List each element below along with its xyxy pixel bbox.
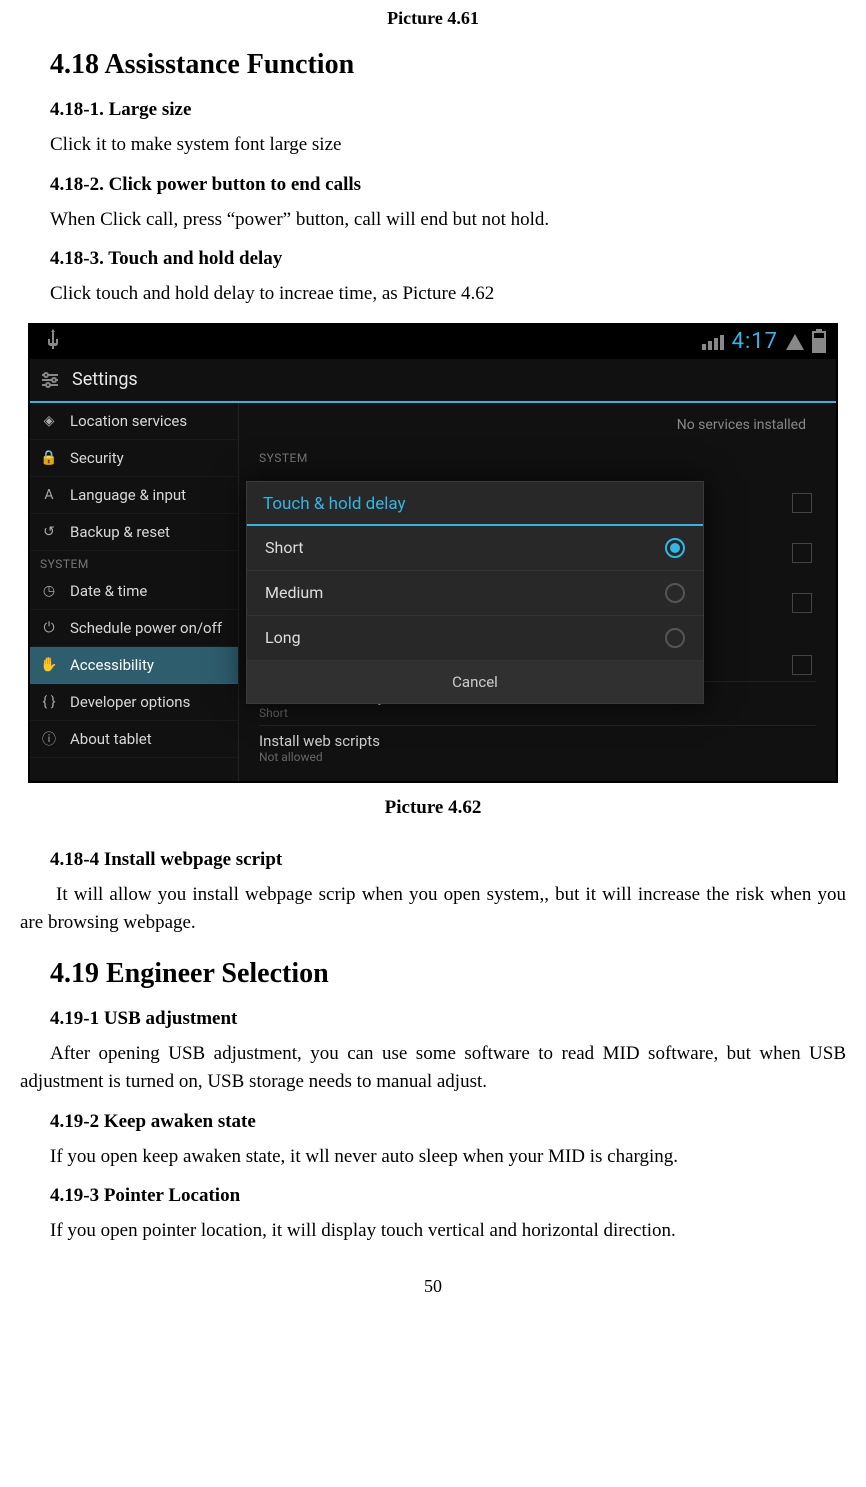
- checkbox-ghost[interactable]: [792, 655, 812, 675]
- heading-4-18: 4.18 Assisstance Function: [50, 49, 846, 81]
- heading-4-18-2: 4.18-2. Click power button to end calls: [50, 174, 846, 196]
- status-time: 4:17: [732, 329, 778, 354]
- sidebar-item-language[interactable]: A Language & input: [30, 477, 238, 514]
- dialog-option-label: Long: [265, 628, 301, 647]
- keyboard-icon: A: [40, 486, 58, 504]
- heading-4-19: 4.19 Engineer Selection: [50, 958, 846, 990]
- sidebar-item-accessibility[interactable]: ✋ Accessibility: [30, 647, 238, 684]
- para-4-18-3: Click touch and hold delay to increae ti…: [50, 280, 846, 309]
- para-4-18-1: Click it to make system font large size: [50, 131, 846, 160]
- sidebar-item-label: Date & time: [70, 582, 147, 600]
- dialog-option-long[interactable]: Long: [247, 616, 703, 661]
- usb-icon: [46, 329, 60, 354]
- heading-4-18-4: 4.18-4 Install webpage script: [50, 849, 846, 871]
- heading-4-18-1: 4.18-1. Large size: [50, 99, 846, 121]
- braces-icon: { }: [40, 693, 58, 711]
- embedded-screenshot: 4:17 Settings ◈ Location services 🔒 Secu…: [28, 323, 838, 783]
- signal-icon: [702, 334, 724, 350]
- para-4-19-2: If you open keep awaken state, it wll ne…: [50, 1143, 846, 1172]
- sidebar-item-label: Location services: [70, 412, 187, 430]
- content-row-webscripts[interactable]: Install web scripts Not allowed: [259, 725, 816, 766]
- wifi-icon: [786, 334, 804, 350]
- sidebar-item-location[interactable]: ◈ Location services: [30, 403, 238, 440]
- sidebar-item-schedule[interactable]: ⏻ Schedule power on/off: [30, 610, 238, 647]
- figure-caption-top: Picture 4.61: [20, 8, 846, 29]
- radio-icon: [665, 538, 685, 558]
- para-4-19-1: After opening USB adjustment, you can us…: [20, 1040, 846, 1097]
- row-title: Install web scripts: [259, 732, 816, 750]
- dialog-option-label: Medium: [265, 583, 323, 602]
- sidebar-item-datetime[interactable]: ◷ Date & time: [30, 573, 238, 610]
- page-number: 50: [20, 1276, 846, 1297]
- settings-header: Settings: [30, 359, 836, 403]
- heading-4-19-3: 4.19-3 Pointer Location: [50, 1185, 846, 1207]
- battery-icon: [812, 331, 826, 353]
- touch-hold-dialog: Touch & hold delay Short Medium Long Can…: [246, 481, 704, 704]
- heading-4-18-3: 4.18-3. Touch and hold delay: [50, 248, 846, 270]
- settings-sidebar: ◈ Location services 🔒 Security A Languag…: [30, 403, 239, 781]
- status-bar: 4:17: [30, 325, 836, 359]
- row-subtitle: Short: [259, 706, 816, 720]
- radio-icon: [665, 583, 685, 603]
- backup-icon: ↺: [40, 523, 58, 541]
- radio-icon: [665, 628, 685, 648]
- no-services-text: No services installed: [677, 417, 806, 433]
- settings-title: Settings: [72, 369, 138, 390]
- sidebar-item-security[interactable]: 🔒 Security: [30, 440, 238, 477]
- sidebar-item-backup[interactable]: ↺ Backup & reset: [30, 514, 238, 551]
- sidebar-item-label: Language & input: [70, 486, 186, 504]
- para-4-18-4: It will allow you install webpage scrip …: [20, 881, 846, 938]
- dialog-option-short[interactable]: Short: [247, 526, 703, 571]
- clock-icon: ◷: [40, 582, 58, 600]
- sidebar-item-label: Developer options: [70, 693, 190, 711]
- row-subtitle: Not allowed: [259, 750, 816, 764]
- location-icon: ◈: [40, 412, 58, 430]
- sidebar-item-label: Backup & reset: [70, 523, 170, 541]
- checkbox-ghost[interactable]: [792, 543, 812, 563]
- hand-icon: ✋: [40, 656, 58, 674]
- heading-4-19-2: 4.19-2 Keep awaken state: [50, 1111, 846, 1133]
- power-icon: ⏻: [40, 619, 58, 637]
- para-4-19-3: If you open pointer location, it will di…: [50, 1217, 846, 1246]
- checkbox-ghost[interactable]: [792, 593, 812, 613]
- content-section-system: SYSTEM: [259, 451, 308, 465]
- sidebar-item-label: Accessibility: [70, 656, 154, 674]
- heading-4-19-1: 4.19-1 USB adjustment: [50, 1008, 846, 1030]
- sidebar-item-label: Schedule power on/off: [70, 619, 222, 637]
- sliders-icon: [40, 370, 60, 390]
- dialog-option-medium[interactable]: Medium: [247, 571, 703, 616]
- info-icon: ⓘ: [40, 730, 58, 748]
- dialog-cancel-button[interactable]: Cancel: [247, 661, 703, 703]
- sidebar-item-about[interactable]: ⓘ About tablet: [30, 721, 238, 758]
- sidebar-section-system: SYSTEM: [30, 551, 238, 573]
- dialog-option-label: Short: [265, 538, 303, 557]
- para-4-18-2: When Click call, press “power” button, c…: [50, 206, 846, 235]
- figure-caption-bottom: Picture 4.62: [20, 797, 846, 819]
- sidebar-item-label: Security: [70, 449, 124, 467]
- sidebar-item-developer[interactable]: { } Developer options: [30, 684, 238, 721]
- dialog-title: Touch & hold delay: [247, 482, 703, 526]
- checkbox-ghost[interactable]: [792, 493, 812, 513]
- sidebar-item-label: About tablet: [70, 730, 152, 748]
- lock-icon: 🔒: [40, 449, 58, 467]
